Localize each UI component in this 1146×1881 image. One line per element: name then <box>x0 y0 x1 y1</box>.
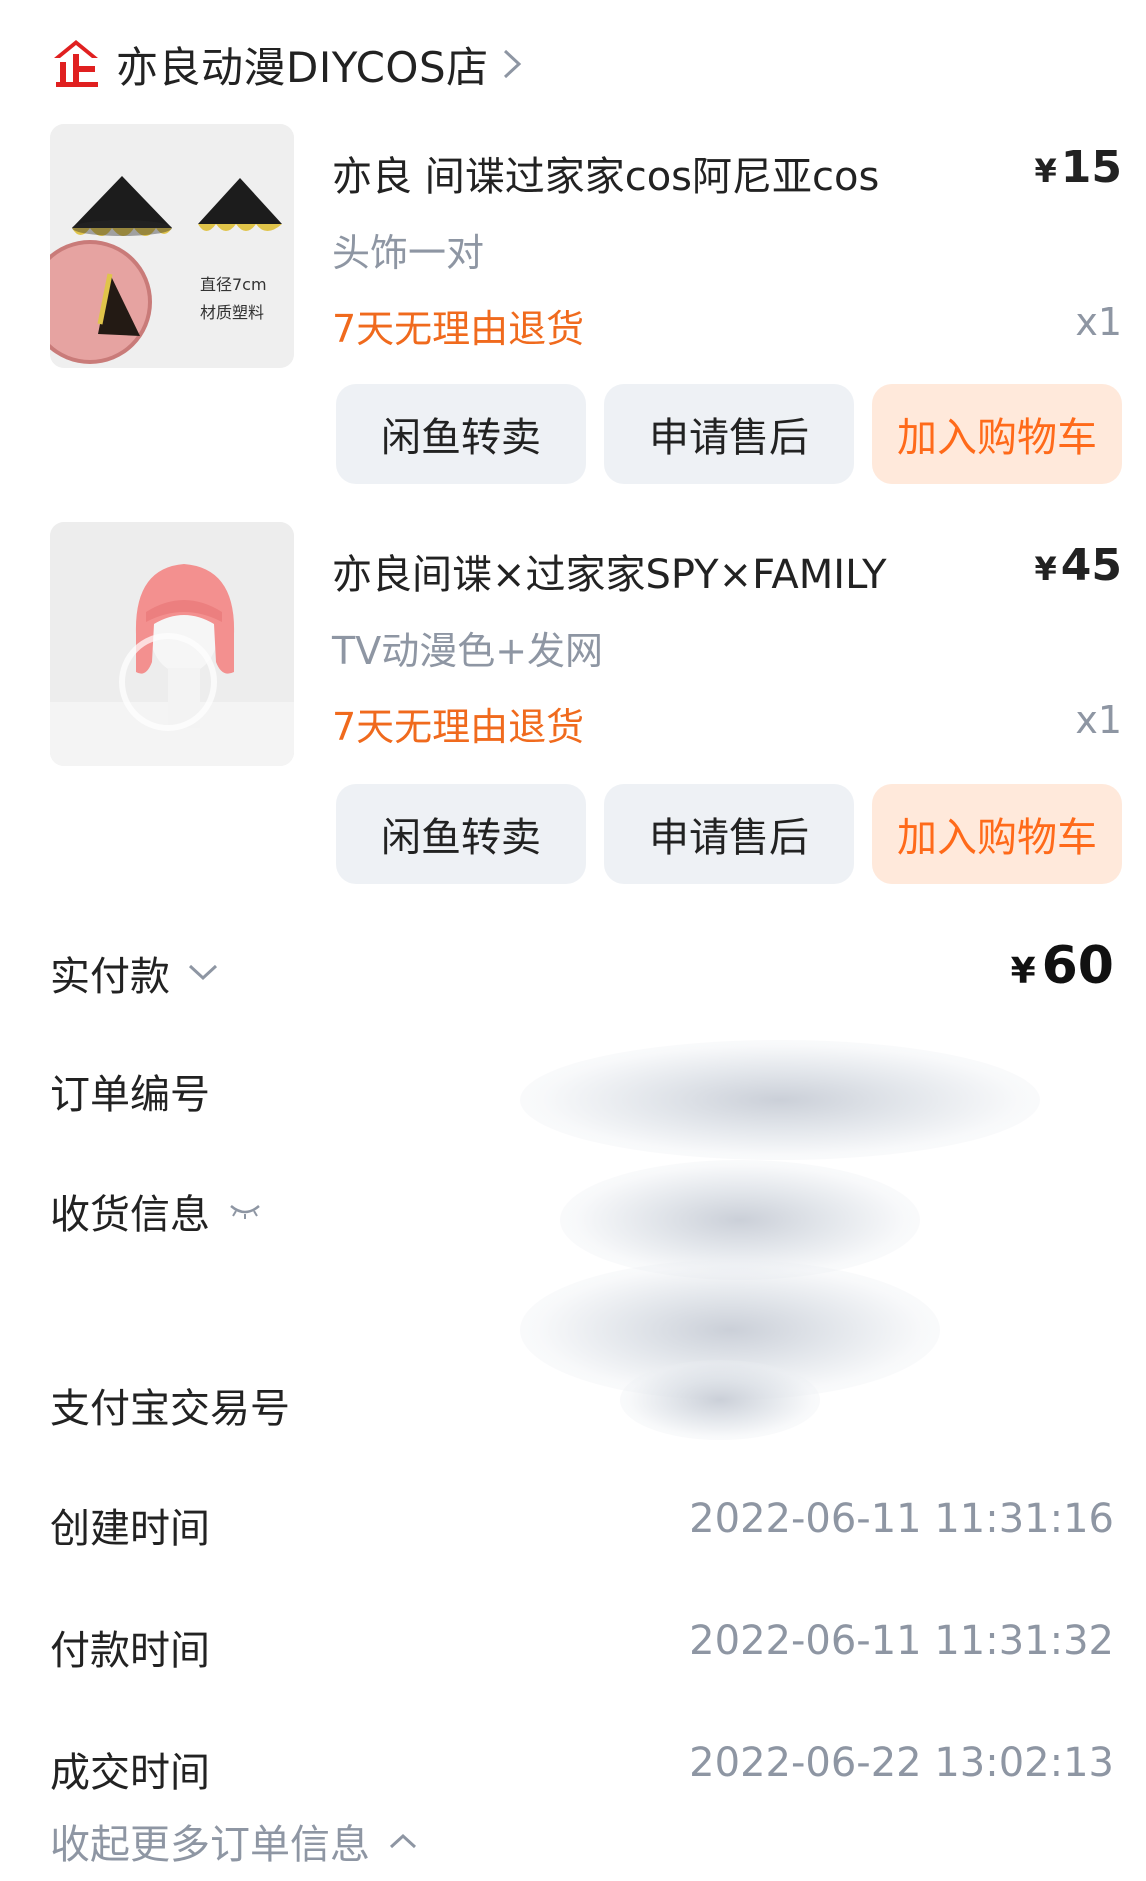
paid-time-label: 付款时间 <box>50 1628 210 1674</box>
return-policy: 7天无理由退货 <box>332 307 585 351</box>
resell-button[interactable]: 闲鱼转卖 <box>336 384 586 484</box>
total-label: 实付款 <box>50 954 170 1000</box>
redacted-blur <box>520 1040 1040 1160</box>
deal-time-value: 2022-06-22 13:02:13 <box>689 1740 1114 1786</box>
paid-time-value: 2022-06-11 11:31:32 <box>689 1618 1114 1664</box>
chevron-right-icon <box>503 49 521 79</box>
product-price: ¥45 <box>1034 540 1123 591</box>
product-quantity: x1 <box>1075 300 1122 344</box>
svg-text:材质塑料: 材质塑料 <box>200 303 264 322</box>
product-image: 直径7cm 材质塑料 <box>50 124 294 368</box>
add-to-cart-button[interactable]: 加入购物车 <box>872 784 1122 884</box>
after-sale-button[interactable]: 申请售后 <box>604 784 854 884</box>
product-thumbnail[interactable]: 直径7cm 材质塑料 <box>50 124 294 368</box>
alipay-trade-label: 支付宝交易号 <box>50 1386 290 1432</box>
total-row-toggle[interactable]: 实付款 <box>50 944 220 1002</box>
add-to-cart-button[interactable]: 加入购物车 <box>872 384 1122 484</box>
total-amount: ¥60 <box>1010 936 1114 996</box>
shipping-label: 收货信息 <box>50 1192 210 1238</box>
created-time-value: 2022-06-11 11:31:16 <box>689 1496 1114 1542</box>
product-title[interactable]: 亦良间谍×过家家SPY×FAMILY <box>332 542 952 600</box>
eye-closed-icon[interactable] <box>228 1202 262 1220</box>
chevron-down-icon <box>188 964 218 981</box>
order-number-label: 订单编号 <box>50 1072 210 1118</box>
resell-button[interactable]: 闲鱼转卖 <box>336 784 586 884</box>
shop-header[interactable]: 亦良动漫DIYCOS店 <box>48 30 523 98</box>
chevron-up-icon <box>389 1833 417 1849</box>
svg-text:直径7cm: 直径7cm <box>200 275 267 294</box>
product-price: ¥15 <box>1034 142 1123 193</box>
after-sale-button[interactable]: 申请售后 <box>604 384 854 484</box>
product-title[interactable]: 亦良 间谍过家家cos阿尼亚cos <box>332 144 952 202</box>
enterprise-shop-icon <box>54 40 98 87</box>
product-sku: TV动漫色+发网 <box>332 629 604 673</box>
return-policy: 7天无理由退货 <box>332 705 585 749</box>
created-time-label: 创建时间 <box>50 1506 210 1552</box>
product-sku: 头饰一对 <box>332 231 485 275</box>
shipping-info-row[interactable]: 收货信息 <box>50 1182 262 1240</box>
product-image <box>50 522 294 766</box>
redacted-blur <box>620 1360 820 1440</box>
shop-name: 亦良动漫DIYCOS店 <box>116 42 489 92</box>
collapse-order-info-button[interactable]: 收起更多订单信息 <box>50 1812 418 1870</box>
collapse-label: 收起更多订单信息 <box>50 1822 370 1868</box>
product-thumbnail[interactable] <box>50 522 294 766</box>
deal-time-label: 成交时间 <box>50 1750 210 1796</box>
product-quantity: x1 <box>1075 698 1122 742</box>
